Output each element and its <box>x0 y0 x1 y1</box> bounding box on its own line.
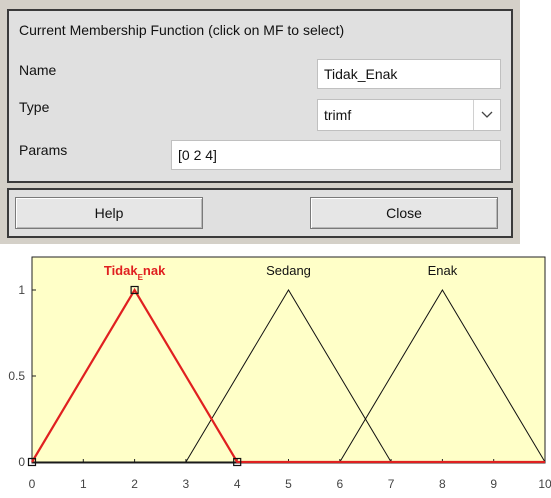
type-select[interactable]: trimf <box>317 99 501 131</box>
section-header: Current Membership Function (click on MF… <box>19 22 345 38</box>
params-field[interactable]: [0 2 4] <box>171 140 501 170</box>
type-select-value: trimf <box>324 107 352 123</box>
mf-plot-svg: 0 1 2 3 4 5 6 7 8 9 1000.51Sedang EnakTidakEnak <box>8 256 551 491</box>
close-button[interactable]: Close <box>310 197 498 229</box>
type-label: Type <box>19 99 50 115</box>
mf-label-enak[interactable]: Enak <box>428 263 458 278</box>
params-label: Params <box>19 142 68 158</box>
x-tick-label: 0 <box>29 477 36 491</box>
x-tick-label: 5 <box>285 477 292 491</box>
x-tick-label: 6 <box>336 477 343 491</box>
name-field[interactable]: Tidak_Enak <box>317 59 501 89</box>
chevron-down-icon[interactable] <box>473 100 500 130</box>
y-tick-label: 1 <box>18 283 25 297</box>
name-label: Name <box>19 62 57 78</box>
x-tick-label: 4 <box>234 477 241 491</box>
mf-editor-panel: Current Membership Function (click on MF… <box>0 0 520 244</box>
x-tick-label: 10 <box>538 477 551 491</box>
button-section: Help Close <box>7 188 513 238</box>
x-tick-label: 1 <box>80 477 87 491</box>
y-tick-label: 0 <box>18 455 25 469</box>
x-tick-label: 7 <box>388 477 395 491</box>
y-tick-label: 0.5 <box>8 369 25 383</box>
x-tick-label: 3 <box>183 477 190 491</box>
plot-area <box>31 256 546 464</box>
x-tick-label: 9 <box>490 477 497 491</box>
help-button[interactable]: Help <box>15 197 203 229</box>
x-tick-label: 8 <box>439 477 446 491</box>
membership-function-plot: 0 1 2 3 4 5 6 7 8 9 10 0 0.5 1 Sedang Enak TidakEnak <box>0 252 551 493</box>
current-mf-section: Current Membership Function (click on MF… <box>7 9 513 183</box>
mf-label-sedang[interactable]: Sedang <box>266 263 311 278</box>
x-tick-label: 2 <box>131 477 138 491</box>
